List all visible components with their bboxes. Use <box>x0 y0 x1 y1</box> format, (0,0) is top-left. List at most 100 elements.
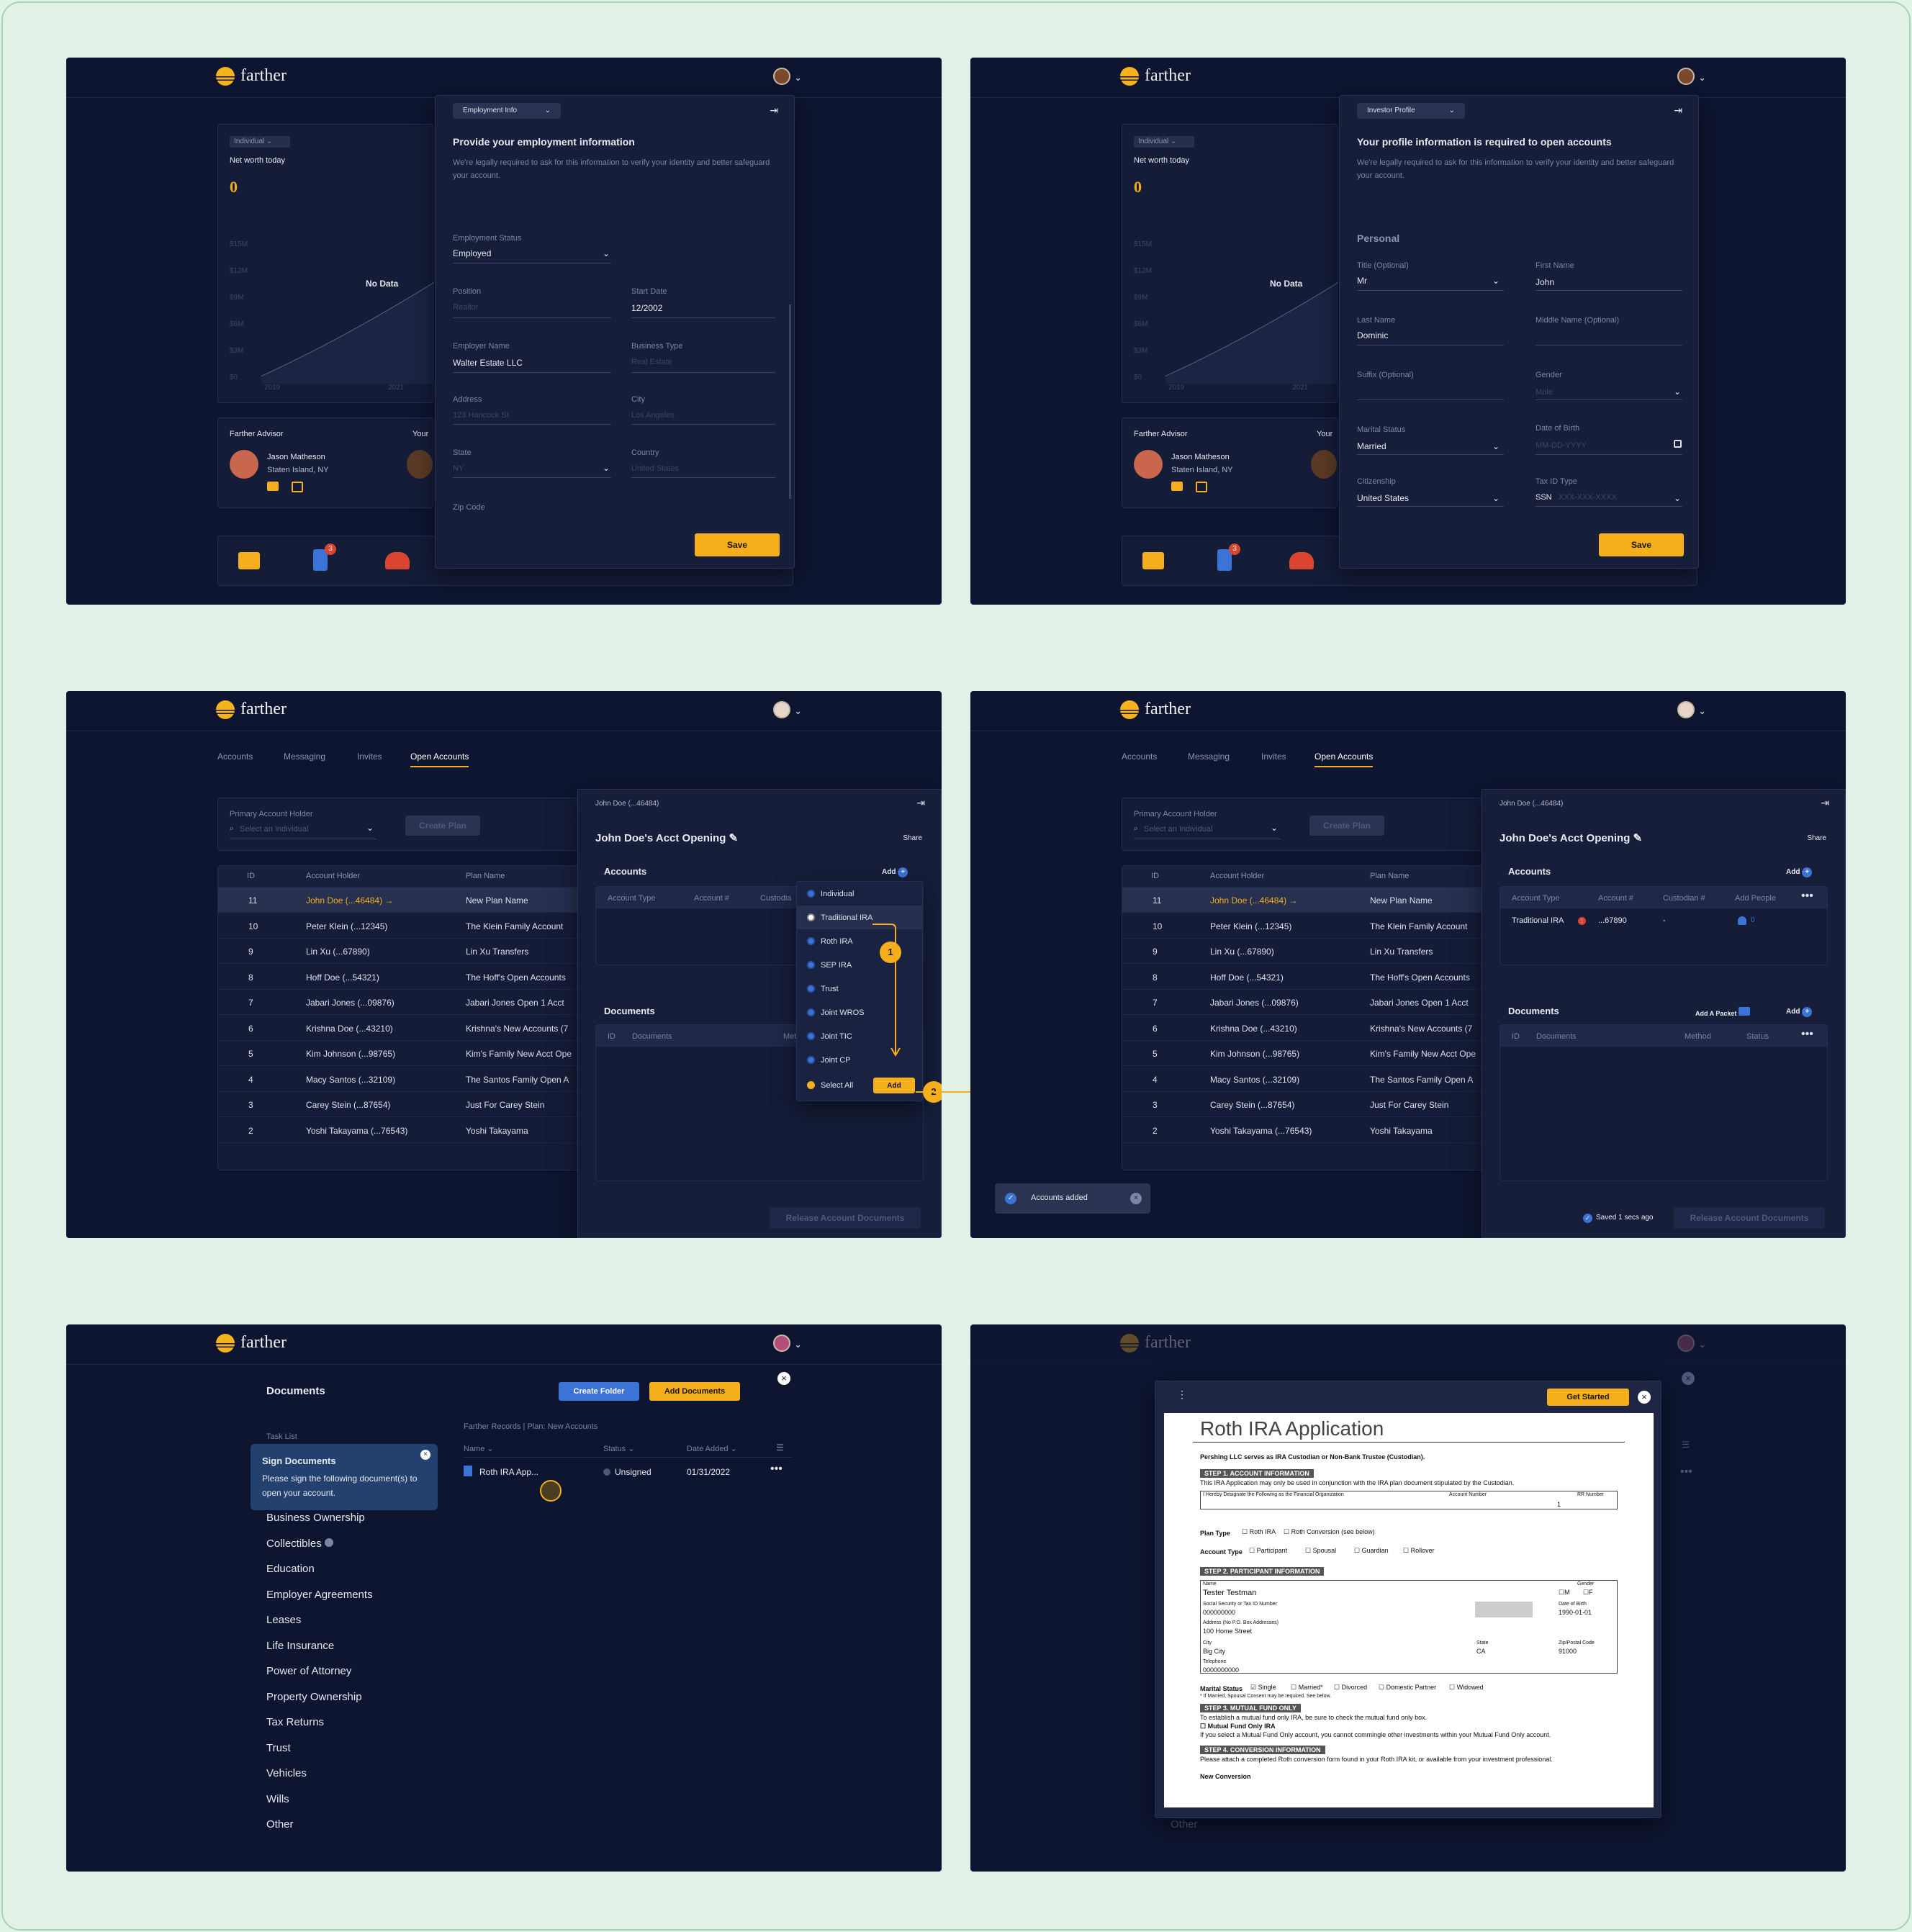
list-view-icon[interactable]: ☰ <box>1682 1440 1690 1450</box>
spousal-checkbox[interactable]: ☐ Spousal <box>1305 1547 1336 1555</box>
plus-circle-icon[interactable]: + <box>898 867 908 877</box>
save-button[interactable]: Save <box>1599 533 1684 556</box>
wallet-icon[interactable] <box>238 552 260 569</box>
table-row[interactable]: 7 Jabari Jones (...09876) Jabari Jones Ope… <box>1122 990 1495 1015</box>
your-avatar[interactable] <box>1311 450 1337 479</box>
category-item[interactable]: Leases <box>266 1614 301 1626</box>
add-account-link[interactable]: Add + <box>882 867 908 877</box>
category-item[interactable]: Life Insurance <box>266 1640 334 1652</box>
category-item[interactable]: Tax Returns <box>266 1716 324 1728</box>
section-dropdown[interactable]: Investor Profile ⌄ <box>1357 103 1465 119</box>
chevron-down-icon[interactable]: ⌄ <box>1492 493 1500 503</box>
chevron-down-icon[interactable]: ⌄ <box>1698 705 1706 717</box>
plus-circle-icon[interactable]: + <box>1802 867 1813 877</box>
col-date-added[interactable]: Date Added ⌄ <box>687 1444 737 1453</box>
net-worth-selector[interactable]: Individual ⌄ <box>230 136 290 148</box>
account-type-option[interactable]: Individual <box>797 882 922 906</box>
create-plan-button[interactable]: Create Plan <box>405 816 480 836</box>
tab-accounts[interactable]: Accounts <box>217 751 253 762</box>
table-row[interactable]: 6 Krishna Doe (...43210) Krishna's New Acc… <box>218 1016 591 1041</box>
table-row[interactable]: 8 Hoff Doe (...54321) The Hoff's Open Acco… <box>1122 965 1495 990</box>
user-avatar[interactable] <box>1677 1335 1695 1352</box>
calendar-icon[interactable] <box>1196 482 1207 492</box>
add-documents-button[interactable]: Add Documents <box>649 1382 740 1401</box>
rollover-checkbox[interactable]: ☐ Rollover <box>1403 1547 1435 1555</box>
advisor-avatar[interactable] <box>230 450 258 479</box>
category-item[interactable]: Collectibles <box>266 1538 333 1550</box>
file-name[interactable]: Roth IRA App... <box>479 1467 538 1477</box>
mutual-fund-checkbox[interactable]: ☐ Mutual Fund Only IRA <box>1200 1723 1276 1730</box>
chevron-down-icon[interactable]: ⌄ <box>1698 72 1706 83</box>
table-row[interactable]: 2 Yoshi Takayama (...76543) Yoshi Takayama <box>218 1118 591 1143</box>
table-row[interactable]: 10 Peter Klein (...12345) The Klein Family… <box>1122 913 1495 939</box>
get-started-button[interactable]: Get Started <box>1547 1389 1629 1406</box>
position-input[interactable]: Realtor <box>453 303 478 312</box>
domestic-checkbox[interactable]: ☐ Domestic Partner <box>1379 1684 1436 1692</box>
status-select[interactable]: Employed <box>453 248 491 258</box>
gender-select[interactable]: Male <box>1536 388 1553 397</box>
roth-ira-checkbox[interactable]: ☐ Roth IRA <box>1242 1528 1276 1536</box>
table-row[interactable]: 9 Lin Xu (...67890) Lin Xu Transfers <box>1122 939 1495 964</box>
your-avatar[interactable] <box>407 450 433 479</box>
participant-checkbox[interactable]: ☐ Participant <box>1249 1547 1287 1555</box>
chevron-down-icon[interactable]: ⌄ <box>794 1339 802 1350</box>
close-icon[interactable]: × <box>420 1450 430 1460</box>
chevron-down-icon[interactable]: ⌄ <box>603 463 610 473</box>
citizenship-select[interactable]: United States <box>1357 493 1409 503</box>
section-dropdown[interactable]: Employment Info ⌄ <box>453 103 561 119</box>
release-button[interactable]: Release Account Documents <box>1674 1207 1825 1229</box>
table-row[interactable]: 9 Lin Xu (...67890) Lin Xu Transfers <box>218 939 591 964</box>
roth-conversion-checkbox[interactable]: ☐ Roth Conversion (see below) <box>1284 1528 1375 1536</box>
calendar-icon[interactable] <box>292 482 303 492</box>
state-select[interactable]: NY <box>453 464 464 473</box>
table-row[interactable]: 2 Yoshi Takayama (...76543) Yoshi Takayama <box>1122 1118 1495 1143</box>
tab-open-accounts[interactable]: Open Accounts <box>410 751 469 767</box>
create-folder-button[interactable]: Create Folder <box>559 1382 639 1401</box>
table-row[interactable]: 5 Kim Johnson (...98765) Kim's Family New … <box>218 1041 591 1066</box>
taxid-type[interactable]: SSN <box>1536 493 1552 502</box>
category-item[interactable]: Power of Attorney <box>266 1665 351 1677</box>
table-row[interactable]: 11 John Doe (...46484) → New Plan Name <box>218 888 591 913</box>
release-button[interactable]: Release Account Documents <box>770 1207 921 1229</box>
exit-icon[interactable]: ⇥ <box>916 797 925 809</box>
share-link[interactable]: Share <box>903 834 922 842</box>
close-icon[interactable]: × <box>1130 1193 1142 1204</box>
exit-icon[interactable]: ⇥ <box>1674 104 1682 117</box>
chevron-down-icon[interactable]: ⌄ <box>1674 387 1681 397</box>
edit-icon[interactable]: ✎ <box>1633 832 1643 844</box>
message-icon[interactable] <box>1171 482 1183 491</box>
add-packet-link[interactable]: Add A Packet <box>1695 1007 1750 1017</box>
category-item[interactable]: Other <box>266 1818 294 1831</box>
chevron-down-icon[interactable]: ⌄ <box>1492 276 1500 286</box>
net-worth-selector[interactable]: Individual ⌄ <box>1134 136 1194 148</box>
more-icon[interactable]: ••• <box>770 1463 783 1476</box>
table-row[interactable]: 7 Jabari Jones (...09876) Jabari Jones Ope… <box>218 990 591 1015</box>
close-icon[interactable]: × <box>777 1372 790 1385</box>
other-category[interactable]: Other <box>1171 1818 1198 1831</box>
brand-logo[interactable]: farther <box>1120 66 1191 86</box>
document-row[interactable]: Roth IRA App... Unsigned 01/31/2022 ••• <box>464 1463 792 1487</box>
chevron-down-icon[interactable]: ⌄ <box>1492 441 1500 451</box>
calendar-icon[interactable] <box>1674 440 1682 448</box>
holder-select[interactable]: Select an Individual <box>1144 825 1212 834</box>
chevron-down-icon[interactable]: ⌄ <box>794 705 802 717</box>
close-icon[interactable]: × <box>1682 1372 1695 1385</box>
holder-select[interactable]: Select an Individual <box>240 825 308 834</box>
chevron-down-icon[interactable]: ⌄ <box>1674 493 1681 503</box>
exit-icon[interactable]: ⇥ <box>1821 797 1829 809</box>
category-item[interactable]: Vehicles <box>266 1767 307 1779</box>
wallet-icon[interactable] <box>1142 552 1164 569</box>
table-row[interactable]: 5 Kim Johnson (...98765) Kim's Family New … <box>1122 1041 1495 1066</box>
save-button[interactable]: Save <box>695 533 780 556</box>
brand-logo[interactable]: farther <box>1120 700 1191 719</box>
dropdown-add-button[interactable]: Add <box>873 1078 915 1093</box>
table-row[interactable]: 10 Peter Klein (...12345) The Klein Family… <box>218 913 591 939</box>
widowed-checkbox[interactable]: ☐ Widowed <box>1449 1684 1484 1692</box>
tab-messaging[interactable]: Messaging <box>1188 751 1230 762</box>
user-avatar[interactable] <box>1677 701 1695 718</box>
gender-f-checkbox[interactable]: ☐F <box>1583 1589 1593 1597</box>
first-name-input[interactable]: John <box>1536 277 1554 287</box>
chevron-down-icon[interactable]: ⌄ <box>366 823 374 833</box>
table-row[interactable]: 11 John Doe (...46484) → New Plan Name <box>1122 888 1495 913</box>
category-item[interactable]: Education <box>266 1563 315 1575</box>
